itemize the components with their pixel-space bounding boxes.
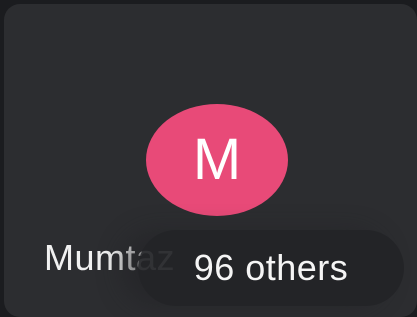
others-count-button[interactable]: 96 others bbox=[138, 230, 404, 306]
avatar-initial: M bbox=[192, 127, 242, 192]
participant-tile[interactable]: M Mumtaz 96 others bbox=[4, 4, 417, 317]
avatar: M bbox=[146, 104, 288, 216]
others-count-label: 96 others bbox=[193, 247, 349, 288]
